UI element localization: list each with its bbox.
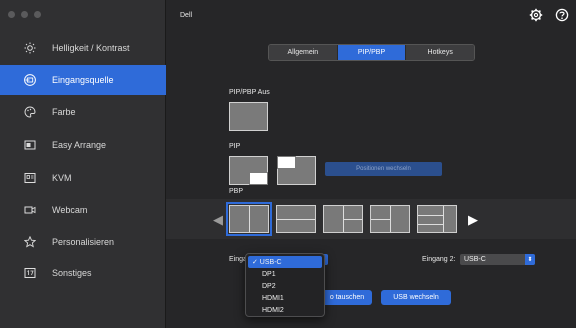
tab-bar: Allgemein PIP/PBP Hotkeys	[268, 44, 475, 61]
sidebar-item-sonstiges[interactable]: Sonstiges	[0, 258, 166, 288]
sidebar-item-personalisieren[interactable]: Personalisieren	[0, 227, 166, 257]
pip-pbp-off-label: PIP/PBP Aus	[229, 89, 270, 96]
app-window: Helligkeit / Kontrast Eingangsquelle Far…	[0, 0, 576, 328]
easy-arrange-icon	[23, 138, 37, 152]
input2-select-value: USB-C	[464, 256, 486, 263]
sidebar-item-helligkeit[interactable]: Helligkeit / Kontrast	[0, 33, 166, 63]
switch-positions-button[interactable]: Positionen wechseln	[325, 162, 442, 176]
sidebar-item-label: KVM	[52, 173, 72, 183]
pbp-layout-quad[interactable]	[417, 205, 457, 233]
pbp-layout-strip: ◀ ▶	[166, 199, 576, 239]
sidebar-item-label: Sonstiges	[52, 268, 92, 278]
pip-pbp-off-option[interactable]	[229, 102, 268, 131]
pbp-layout-three-left[interactable]	[323, 205, 363, 233]
dropdown-option-hdmi1[interactable]: HDMI1	[248, 292, 322, 304]
webcam-icon	[23, 203, 37, 217]
chevron-updown-icon: ⬍	[525, 254, 535, 265]
minimize-window-button[interactable]	[21, 11, 28, 18]
pbp-section-label: PBP	[229, 188, 244, 195]
sidebar-item-label: Personalisieren	[52, 237, 115, 247]
pip-window-shape	[249, 172, 268, 185]
sidebar-item-label: Webcam	[52, 205, 88, 215]
star-icon	[23, 235, 37, 249]
sidebar-item-kvm[interactable]: KVM	[0, 163, 166, 193]
sidebar-item-farbe[interactable]: Farbe	[0, 97, 166, 127]
sidebar-item-label: Eingangsquelle	[52, 75, 114, 85]
sidebar-item-webcam[interactable]: Webcam	[0, 195, 166, 225]
dropdown-option-usb-c[interactable]: ✓ USB-C	[248, 256, 322, 268]
close-window-button[interactable]	[8, 11, 15, 18]
scroll-left-arrow-icon[interactable]: ◀	[213, 212, 223, 228]
input1-dropdown-menu: ✓ USB-C DP1 DP2 HDMI1 HDMI2	[245, 253, 325, 317]
pip-section-label: PIP	[229, 143, 241, 150]
help-icon[interactable]	[555, 8, 569, 22]
app-title: Dell	[180, 12, 193, 19]
pbp-layout-three-right[interactable]	[370, 205, 410, 233]
pip-bottom-right-option[interactable]	[229, 156, 268, 185]
swap-button[interactable]: o tauschen	[322, 290, 372, 305]
pip-top-left-option[interactable]	[277, 156, 316, 185]
tab-allgemein[interactable]: Allgemein	[269, 45, 338, 60]
sidebar-item-eingangsquelle[interactable]: Eingangsquelle	[0, 65, 166, 95]
usb-switch-button[interactable]: USB wechseln	[381, 290, 451, 305]
dropdown-option-dp1[interactable]: DP1	[248, 268, 322, 280]
tab-pip-pbp[interactable]: PIP/PBP	[337, 45, 407, 60]
dropdown-option-dp2[interactable]: DP2	[248, 280, 322, 292]
kvm-icon	[23, 171, 37, 185]
input-source-icon	[23, 73, 37, 87]
pbp-layout-split-horizontal[interactable]	[276, 205, 316, 233]
dropdown-option-hdmi2[interactable]: HDMI2	[248, 304, 322, 316]
input2-select[interactable]: USB-C ⬍	[460, 254, 535, 265]
sidebar-item-label: Farbe	[52, 107, 76, 117]
sidebar: Helligkeit / Kontrast Eingangsquelle Far…	[0, 0, 166, 328]
sidebar-item-easy-arrange[interactable]: Easy Arrange	[0, 130, 166, 160]
tab-hotkeys[interactable]: Hotkeys	[406, 45, 474, 60]
scroll-right-arrow-icon[interactable]: ▶	[468, 212, 478, 228]
sun-icon	[23, 41, 37, 55]
zoom-window-button[interactable]	[34, 11, 41, 18]
pbp-layout-split-vertical[interactable]	[226, 202, 272, 236]
input2-label: Eingang 2:	[422, 256, 456, 263]
palette-icon	[23, 105, 37, 119]
pip-window-shape	[277, 156, 296, 169]
misc-icon	[23, 266, 37, 280]
sidebar-item-label: Helligkeit / Kontrast	[52, 43, 130, 53]
sidebar-item-label: Easy Arrange	[52, 140, 107, 150]
gear-icon[interactable]	[529, 8, 543, 22]
window-controls	[8, 11, 41, 18]
